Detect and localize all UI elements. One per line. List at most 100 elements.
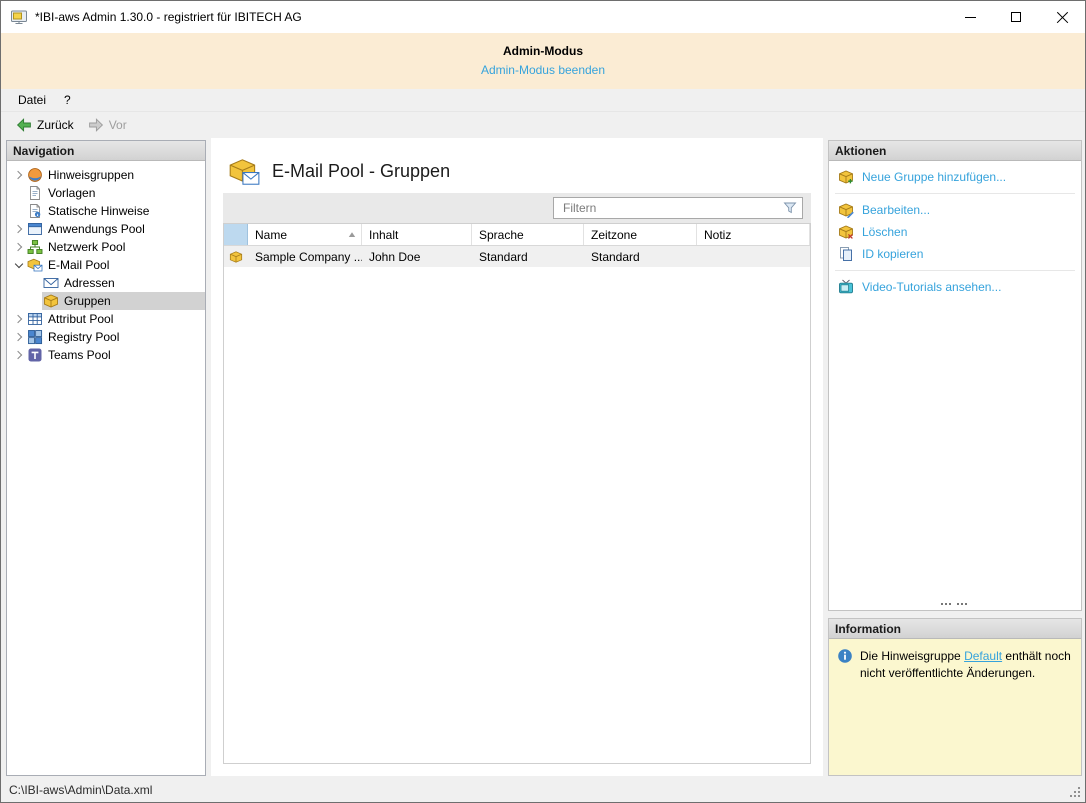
sidebar-item-vorlagen[interactable]: Vorlagen [7, 184, 205, 202]
sidebar-item-label: Teams Pool [48, 348, 111, 362]
column-header-zeitzone[interactable]: Zeitzone [584, 224, 697, 245]
action-bearbeiten[interactable]: Bearbeiten... [835, 199, 1075, 221]
actions-panel: Aktionen Neue Gruppe hinzufügen... Bearbe… [828, 140, 1082, 611]
forward-button[interactable]: Vor [81, 114, 134, 136]
sidebar-item-content: E-Mail Pool [26, 256, 205, 274]
static-hints-icon [27, 203, 43, 219]
application-pool-icon [27, 221, 43, 237]
sidebar-item-content: Vorlagen [26, 184, 205, 202]
copy-icon [838, 246, 854, 262]
maximize-button[interactable] [993, 1, 1039, 33]
sidebar-item-registry-pool[interactable]: Registry Pool [7, 328, 205, 346]
table-row[interactable]: Sample Company ... John Doe Standard Standa… [224, 246, 810, 267]
sidebar-item-e-mail-pool[interactable]: E-Mail Pool [7, 256, 205, 274]
action-group: Bearbeiten... Löschen ID kopieren [835, 194, 1075, 271]
status-path: C:\IBI-aws\Admin\Data.xml [9, 783, 153, 797]
sidebar-item-content: Hinweisgruppen [26, 166, 205, 184]
menu-item-help[interactable]: ? [55, 90, 80, 110]
filter-funnel-icon[interactable] [782, 200, 798, 216]
back-icon [16, 117, 32, 133]
chevron-right-icon[interactable] [11, 334, 26, 340]
sidebar-item-label: Gruppen [64, 294, 111, 308]
information-panel: Information Die Hinweisgruppe Default en… [828, 618, 1082, 776]
attribute-pool-icon [27, 311, 43, 327]
sidebar-item-adressen[interactable]: Adressen [7, 274, 205, 292]
sidebar-item-statische-hinweise[interactable]: Statische Hinweise [7, 202, 205, 220]
sidebar-item-content: Gruppen [42, 292, 205, 310]
column-header-icon[interactable] [224, 224, 248, 245]
sidebar-item-gruppen[interactable]: Gruppen [7, 292, 205, 310]
package-edit-icon [838, 202, 854, 218]
admin-mode-banner: Admin-Modus Admin-Modus beenden [1, 33, 1085, 89]
sidebar-item-content: Registry Pool [26, 328, 205, 346]
action-id-kopieren[interactable]: ID kopieren [835, 243, 1075, 265]
forward-icon [88, 117, 104, 133]
main-panel: E-Mail Pool - Gruppen Name Inhalt Sprache Z… [211, 138, 823, 776]
registry-pool-icon [27, 329, 43, 345]
titlebar: *IBI-aws Admin 1.30.0 - registriert für … [1, 1, 1085, 33]
sidebar-item-attribut-pool[interactable]: Attribut Pool [7, 310, 205, 328]
sidebar-item-anwendungs-pool[interactable]: Anwendungs Pool [7, 220, 205, 238]
navigation-header: Navigation [7, 141, 205, 161]
chevron-right-icon[interactable] [11, 172, 26, 178]
close-button[interactable] [1039, 1, 1085, 33]
page-title-row: E-Mail Pool - Gruppen [211, 138, 823, 193]
package-delete-icon [838, 224, 854, 240]
groups-table: Name Inhalt Sprache Zeitzone Notiz Sample Co… [223, 223, 811, 764]
cell-name: Sample Company ... [255, 249, 362, 264]
column-header-sprache[interactable]: Sprache [472, 224, 584, 245]
chevron-right-icon[interactable] [11, 244, 26, 250]
filter-input[interactable] [554, 201, 782, 215]
info-icon [837, 648, 853, 664]
sidebar-item-content: Anwendungs Pool [26, 220, 205, 238]
sidebar-item-label: Adressen [64, 276, 115, 290]
column-header-label: Notiz [704, 227, 732, 242]
chevron-right-icon[interactable] [11, 316, 26, 322]
package-icon [43, 293, 59, 309]
menu-item-datei[interactable]: Datei [9, 90, 55, 110]
minimize-button[interactable] [947, 1, 993, 33]
info-text-before: Die Hinweisgruppe [860, 649, 965, 663]
sidebar-item-label: Attribut Pool [48, 312, 114, 326]
envelope-icon [43, 275, 59, 291]
action-l-schen[interactable]: Löschen [835, 221, 1075, 243]
information-text: Die Hinweisgruppe Default enthält noch n… [860, 648, 1073, 682]
table-header: Name Inhalt Sprache Zeitzone Notiz [224, 224, 810, 246]
resize-grip[interactable] [1078, 795, 1080, 797]
panel-splitter-handle[interactable] [941, 603, 943, 605]
default-group-link[interactable]: Default [964, 649, 1002, 663]
action-neue-gruppe-hinzuf-gen[interactable]: Neue Gruppe hinzufügen... [835, 166, 1075, 188]
teams-pool-icon [27, 347, 43, 363]
maximize-icon [1011, 12, 1021, 22]
sidebar-item-content: Attribut Pool [26, 310, 205, 328]
network-pool-icon [27, 239, 43, 255]
filter-strip [223, 193, 811, 223]
back-button[interactable]: Zurück [9, 114, 81, 136]
cell-zeitzone: Standard [591, 249, 640, 264]
chevron-down-icon[interactable] [11, 264, 26, 267]
action-label: Neue Gruppe hinzufügen... [862, 170, 1007, 184]
filter-box [553, 197, 803, 219]
table-body: Sample Company ... John Doe Standard Standa… [224, 246, 810, 267]
column-header-inhalt[interactable]: Inhalt [362, 224, 472, 245]
column-header-notiz[interactable]: Notiz [697, 224, 810, 245]
action-video-tutorials-ansehen[interactable]: Video-Tutorials ansehen... [835, 276, 1075, 298]
sidebar-item-netzwerk-pool[interactable]: Netzwerk Pool [7, 238, 205, 256]
chevron-right-icon[interactable] [11, 226, 26, 232]
cell-sprache: Standard [479, 249, 528, 264]
admin-mode-title: Admin-Modus [503, 44, 583, 58]
statusbar: C:\IBI-aws\Admin\Data.xml [1, 778, 1085, 802]
sidebar-item-content: Netzwerk Pool [26, 238, 205, 256]
page-title: E-Mail Pool - Gruppen [272, 161, 451, 181]
navigation-panel: Navigation Hinweisgruppen Vorlagen Statisc… [6, 140, 206, 776]
hint-groups-icon [27, 167, 43, 183]
action-label: Löschen [862, 225, 908, 239]
column-header-name[interactable]: Name [248, 224, 362, 245]
chevron-right-icon[interactable] [11, 352, 26, 358]
admin-mode-exit-link[interactable]: Admin-Modus beenden [481, 63, 605, 77]
navigation-tree: Hinweisgruppen Vorlagen Statische Hinweise… [7, 161, 205, 364]
sidebar-item-teams-pool[interactable]: Teams Pool [7, 346, 205, 364]
sidebar-item-label: Hinweisgruppen [48, 168, 135, 182]
video-icon [838, 279, 854, 295]
sidebar-item-hinweisgruppen[interactable]: Hinweisgruppen [7, 166, 205, 184]
